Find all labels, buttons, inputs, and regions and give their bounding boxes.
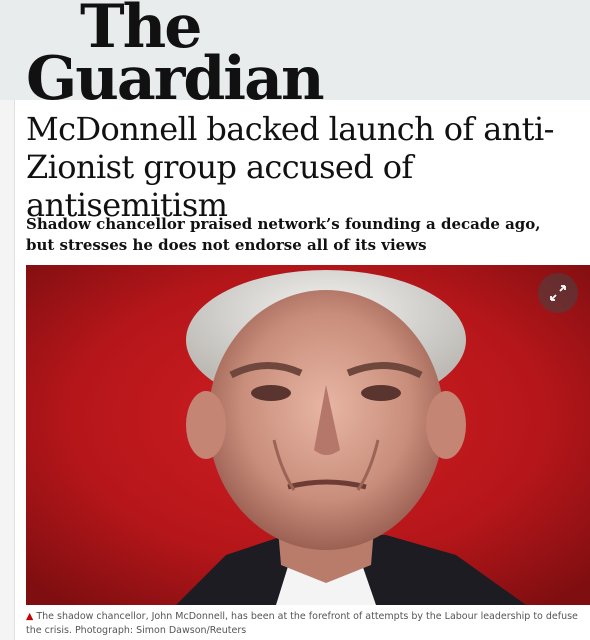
article-headline: McDonnell backed launch of anti-Zionist … bbox=[26, 110, 554, 224]
photo-caption: ▲ The shadow chancellor, John McDonnell, … bbox=[26, 610, 586, 638]
expand-image-button[interactable] bbox=[538, 273, 578, 313]
article-standfirst: Shadow chancellor praised network’s foun… bbox=[26, 215, 541, 254]
portrait-illustration bbox=[26, 265, 590, 605]
triangle-up-icon: ▲ bbox=[26, 611, 34, 622]
article-main-photo bbox=[26, 265, 590, 605]
left-page-edge bbox=[0, 100, 15, 640]
logo-line-2: Guardian bbox=[26, 43, 325, 114]
masthead: The Guardian bbox=[0, 0, 590, 108]
caption-text: The shadow chancellor, John McDonnell, h… bbox=[26, 611, 578, 636]
expand-arrows-icon bbox=[550, 285, 566, 301]
guardian-logo[interactable]: The Guardian bbox=[26, 0, 325, 114]
